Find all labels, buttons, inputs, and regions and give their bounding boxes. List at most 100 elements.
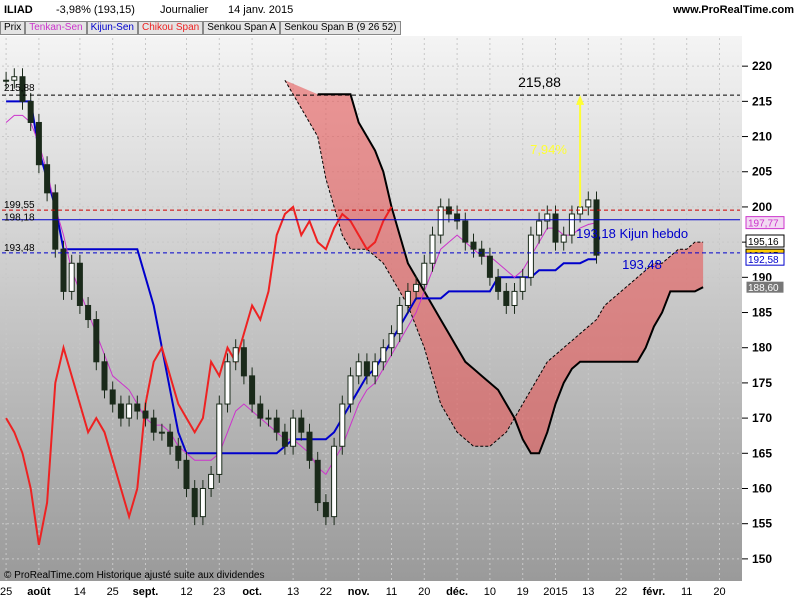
candle-body (511, 290, 518, 306)
x-tick-label: sept. (133, 586, 159, 598)
x-tick-label: 25 (107, 586, 119, 598)
candle-body (503, 290, 510, 306)
price-tag-text: 193,15 (748, 251, 779, 262)
site-label: www.ProRealTime.com (672, 4, 794, 16)
y-tick-label: 185 (752, 306, 772, 320)
candle-body (544, 213, 551, 222)
price-tag-box (745, 248, 785, 262)
candle-body (3, 79, 10, 82)
period-label: Journalier (160, 4, 209, 16)
x-tick-label: 10 (484, 586, 496, 598)
candle-body (536, 220, 543, 236)
candle-body (331, 445, 338, 518)
price-tag-text: 192,58 (748, 255, 779, 266)
target-arrow-head (576, 95, 585, 105)
candle-body (126, 403, 133, 419)
x-tick-label: 14 (74, 586, 86, 598)
candle-body (306, 431, 313, 461)
legend-item-senkou-b[interactable]: Senkou Span B (9 26 52) (280, 21, 401, 35)
x-tick-label: 11 (681, 586, 692, 598)
chikou-line (5, 205, 393, 545)
candle-body (183, 459, 190, 489)
candle-body (585, 199, 592, 208)
x-tick-label: 13 (287, 586, 299, 598)
y-tick-label: 170 (752, 411, 772, 425)
candle-body (216, 403, 223, 475)
legend-item-tenkan[interactable]: Tenkan-Sen (25, 21, 87, 35)
y-tick-label: 190 (752, 270, 772, 284)
candle-body (577, 206, 584, 215)
candle-body (158, 431, 165, 434)
kijun-hebdo-label: 193,18 Kijun hebdo (576, 226, 688, 241)
candle-body (388, 333, 395, 349)
candle-body (560, 234, 567, 243)
y-tick-label: 210 (752, 130, 772, 144)
legend-item-kijun[interactable]: Kijun-Sen (86, 21, 138, 35)
symbol-label: ILIAD (4, 4, 33, 16)
candle-body (322, 502, 329, 518)
candle-body (470, 241, 477, 250)
candle-body (495, 276, 502, 292)
y-tick-label: 175 (752, 376, 772, 390)
candle-body (109, 389, 116, 405)
candle-body (257, 403, 264, 419)
candle-body (60, 248, 67, 292)
price-tag-box (745, 234, 785, 248)
candle-body (52, 192, 59, 250)
candle-body (93, 319, 100, 363)
candle-body (167, 431, 174, 447)
change-label: -3,98% (193,15) (56, 4, 135, 16)
candle-body (44, 164, 51, 194)
candle-body (363, 361, 370, 377)
legend-item-senkou-a[interactable]: Senkou Span A (203, 21, 281, 35)
candle-body (249, 375, 256, 405)
price-tag-text: 195,16 (748, 237, 779, 248)
legend-item-prix[interactable]: Prix (0, 21, 26, 35)
candle-body (527, 234, 534, 278)
footer-note: © ProRealTime.com Historique ajusté suit… (4, 570, 264, 581)
target-label: 215,88 (518, 74, 561, 90)
candle-body (413, 283, 420, 292)
candle-body (445, 206, 452, 215)
candle-body (150, 417, 157, 433)
candle-body (76, 262, 83, 306)
candle-body (101, 361, 108, 391)
ichimoku-chart: 215,88 199,55 198,18 193,48 215,88 7,94% 193,1… (0, 20, 800, 600)
candle-body (339, 403, 346, 447)
ref-label-199: 199,55 (4, 200, 35, 211)
candle-body (273, 417, 280, 433)
kijun-line (6, 100, 597, 455)
candle-body (347, 375, 354, 405)
ref-label-215: 215,88 (4, 83, 35, 94)
legend-item-chikou[interactable]: Chikou Span (137, 21, 204, 35)
date-label: 14 janv. 2015 (228, 4, 294, 16)
senkou-a-line (284, 79, 704, 447)
candle-body (552, 213, 559, 243)
candle-body (486, 255, 493, 278)
candle-body (421, 262, 428, 285)
y-tick-label: 180 (752, 341, 772, 355)
x-tick-label: 11 (386, 586, 397, 598)
candle-body (568, 213, 575, 236)
y-tick-label: 195 (752, 235, 772, 249)
candle-body (68, 262, 75, 292)
candle-body (11, 76, 18, 81)
price-tag-box (745, 252, 785, 266)
y-tick-label: 150 (752, 552, 772, 566)
candle-body (142, 410, 149, 419)
x-tick-label: 20 (713, 586, 725, 598)
x-tick-label: déc. (446, 586, 468, 598)
support-label: 193,48 (622, 257, 662, 272)
x-tick-label: nov. (348, 586, 370, 598)
candle-body (224, 361, 231, 405)
candle-body (437, 206, 444, 236)
y-axis-panel (742, 20, 800, 581)
tenkan-line (5, 114, 597, 476)
y-tick-label: 200 (752, 200, 772, 214)
y-tick-label: 165 (752, 446, 772, 460)
indicator-legend: Prix Tenkan-Sen Kijun-Sen Chikou Span Se… (0, 21, 401, 35)
ref-label-193: 193,48 (4, 243, 35, 254)
x-tick-label: oct. (242, 586, 262, 598)
candle-body (134, 403, 141, 412)
candle-body (462, 220, 469, 243)
